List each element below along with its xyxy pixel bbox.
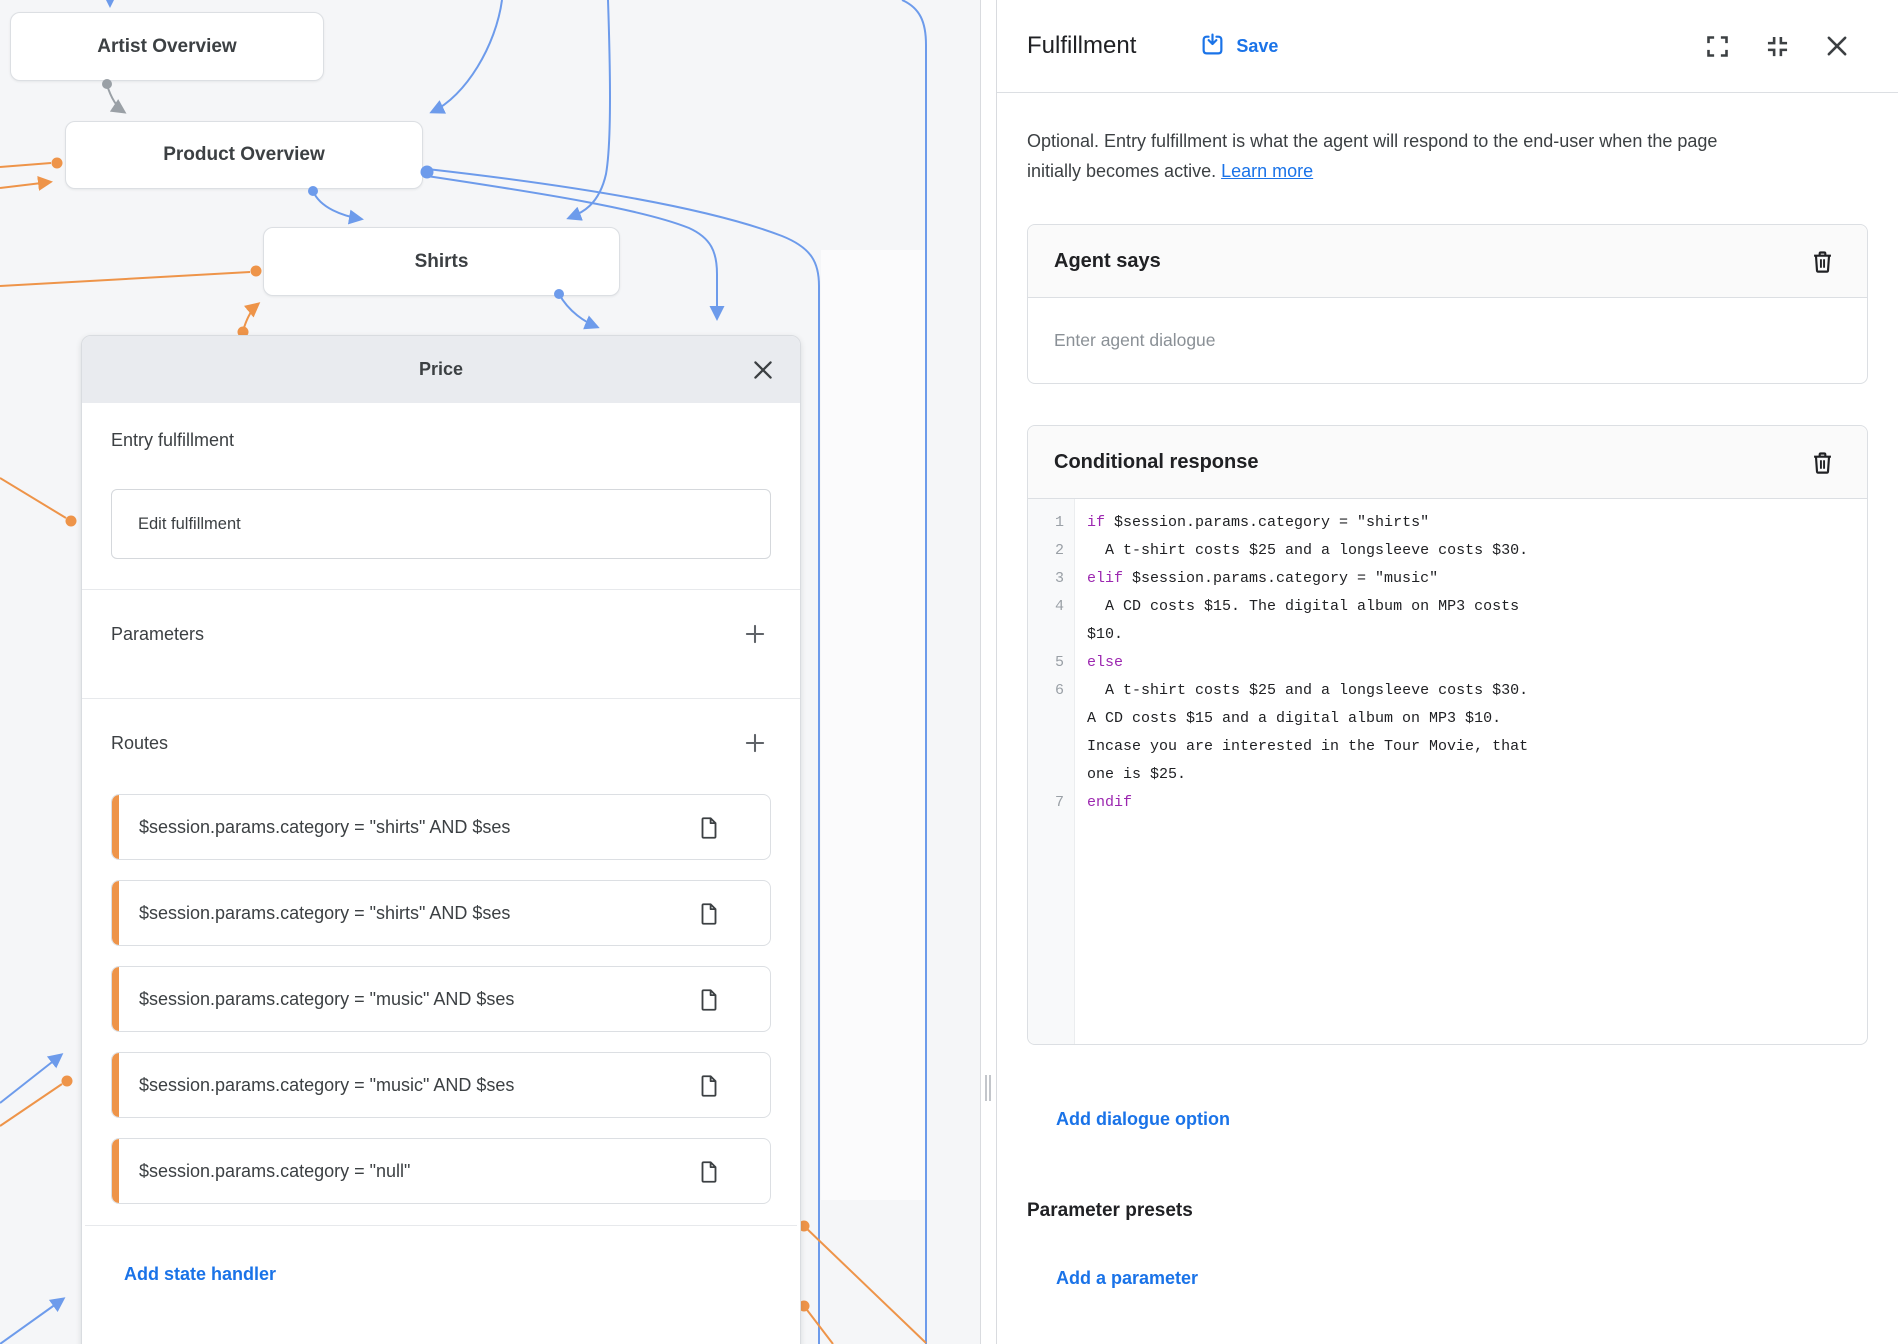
add-dialogue-option-button[interactable]: Add dialogue option (1056, 1109, 1230, 1130)
add-state-handler-button[interactable]: Add state handler (124, 1264, 276, 1285)
panel-resize-handle[interactable] (980, 0, 997, 1344)
agent-dialogue-placeholder: Enter agent dialogue (1054, 330, 1216, 351)
code-line: 1 if $session.params.category = "shirts" (1028, 509, 1867, 537)
route-list: $session.params.category = "shirts" AND … (111, 794, 771, 1204)
price-page-panel: Price Entry fulfillment Edit fulfillment… (81, 335, 801, 1344)
divider (85, 1225, 797, 1226)
agent-says-title: Agent says (1054, 250, 1161, 273)
route-item[interactable]: $session.params.category = "shirts" AND … (111, 794, 771, 860)
code-text: A t-shirt costs $25 and a longsleeve cos… (1087, 682, 1537, 783)
line-number: 3 (1028, 565, 1074, 593)
routes-label: Routes (111, 733, 168, 754)
code-line: 5 else (1028, 649, 1867, 677)
parameters-label: Parameters (111, 624, 204, 645)
price-panel-title: Price (419, 359, 463, 380)
panel-title: Fulfillment (1027, 32, 1136, 60)
agent-dialogue-input[interactable]: Enter agent dialogue (1028, 298, 1867, 383)
code-text: A t-shirt costs $25 and a longsleeve cos… (1087, 542, 1528, 559)
line-number: 1 (1028, 509, 1074, 537)
fulfillment-panel-body: Optional. Entry fulfillment is what the … (997, 126, 1898, 1289)
divider (82, 589, 800, 590)
fulfillment-panel: Fulfillment Save O (997, 0, 1898, 1344)
node-label: Shirts (415, 251, 469, 273)
delete-icon[interactable] (1805, 244, 1839, 278)
route-item[interactable]: $session.params.category = "shirts" AND … (111, 880, 771, 946)
route-condition: $session.params.category = "music" AND $… (139, 989, 514, 1010)
route-item[interactable]: $session.params.category = "music" AND $… (111, 1052, 771, 1118)
route-page-icon[interactable] (696, 1073, 722, 1104)
line-number: 7 (1028, 789, 1074, 817)
fulfillment-description: Optional. Entry fulfillment is what the … (1027, 126, 1727, 186)
add-parameter-icon[interactable] (739, 618, 771, 650)
code-line: 2 A t-shirt costs $25 and a longsleeve c… (1028, 537, 1867, 565)
flow-node-product-overview[interactable]: Product Overview (65, 121, 423, 189)
add-a-parameter-button[interactable]: Add a parameter (1056, 1268, 1198, 1289)
save-label: Save (1236, 36, 1278, 57)
line-number: 5 (1028, 649, 1074, 677)
flow-canvas[interactable]: Artist Overview Product Overview Shirts (0, 0, 980, 1344)
learn-more-link[interactable]: Learn more (1221, 161, 1313, 181)
description-text: Optional. Entry fulfillment is what the … (1027, 131, 1717, 181)
route-page-icon[interactable] (696, 987, 722, 1018)
route-condition: $session.params.category = "null" (139, 1161, 410, 1182)
node-label: Product Overview (163, 144, 325, 166)
delete-icon[interactable] (1805, 445, 1839, 479)
close-icon[interactable] (1820, 29, 1854, 63)
code-line: 6 A t-shirt costs $25 and a longsleeve c… (1028, 677, 1867, 789)
code-line: 7 endif (1028, 789, 1867, 817)
conditional-response-title: Conditional response (1054, 451, 1258, 474)
route-condition: $session.params.category = "music" AND $… (139, 1075, 514, 1096)
fulfillment-panel-header: Fulfillment Save (997, 0, 1898, 93)
close-icon[interactable] (748, 355, 778, 385)
code-line: 4 A CD costs $15. The digital album on M… (1028, 593, 1867, 649)
edit-fulfillment-label: Edit fulfillment (138, 515, 241, 534)
route-condition: $session.params.category = "shirts" AND … (139, 817, 510, 838)
collapse-fullscreen-icon[interactable] (1760, 29, 1794, 63)
code-text: $session.params.category = "music" (1123, 570, 1438, 587)
conditional-response-header: Conditional response (1028, 426, 1867, 499)
save-icon (1200, 32, 1225, 60)
edit-fulfillment-button[interactable]: Edit fulfillment (111, 489, 771, 559)
code-text: $session.params.category = "shirts" (1105, 514, 1429, 531)
code-keyword: endif (1087, 794, 1132, 811)
agent-says-card: Agent says Enter agent dialogue (1027, 224, 1868, 384)
line-number: 6 (1028, 677, 1074, 705)
route-item[interactable]: $session.params.category = "null" (111, 1138, 771, 1204)
flow-node-shirts[interactable]: Shirts (263, 227, 620, 296)
code-keyword: if (1087, 514, 1105, 531)
conditional-response-card: Conditional response 1 (1027, 425, 1868, 1045)
routes-section-row: Routes (111, 723, 771, 763)
code-keyword: else (1087, 654, 1123, 671)
conditional-code-editor[interactable]: 1 if $session.params.category = "shirts"… (1028, 499, 1867, 1044)
code-lines: 1 if $session.params.category = "shirts"… (1028, 499, 1867, 817)
divider (82, 698, 800, 699)
add-route-icon[interactable] (739, 727, 771, 759)
save-button[interactable]: Save (1200, 32, 1278, 60)
line-number: 4 (1028, 593, 1074, 621)
canvas-highlight-band (821, 250, 925, 1200)
route-page-icon[interactable] (696, 1159, 722, 1190)
dialogflow-flow-editor: Artist Overview Product Overview Shirts (0, 0, 1898, 1344)
route-page-icon[interactable] (696, 815, 722, 846)
node-label: Artist Overview (97, 36, 236, 58)
entry-fulfillment-label: Entry fulfillment (111, 430, 771, 451)
agent-says-header: Agent says (1028, 225, 1867, 298)
expand-fullscreen-icon[interactable] (1700, 29, 1734, 63)
parameters-section-row: Parameters (111, 614, 771, 654)
flow-node-artist-overview[interactable]: Artist Overview (10, 12, 324, 81)
route-item[interactable]: $session.params.category = "music" AND $… (111, 966, 771, 1032)
code-text: A CD costs $15. The digital album on MP3… (1087, 598, 1528, 643)
code-keyword: elif (1087, 570, 1123, 587)
route-condition: $session.params.category = "shirts" AND … (139, 903, 510, 924)
parameter-presets-label: Parameter presets (1027, 1200, 1868, 1222)
price-panel-header: Price (82, 336, 800, 403)
code-line: 3 elif $session.params.category = "music… (1028, 565, 1867, 593)
line-number: 2 (1028, 537, 1074, 565)
route-page-icon[interactable] (696, 901, 722, 932)
